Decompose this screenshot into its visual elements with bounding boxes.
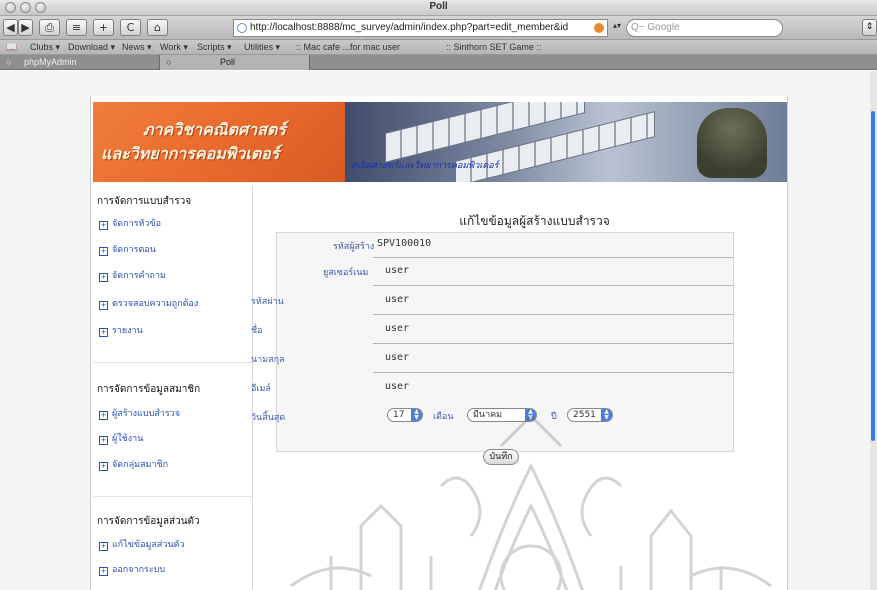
bookmark-mac-cafe[interactable]: :: Mac cafe ...for mac user — [296, 42, 400, 52]
bookmark-clubs[interactable]: Clubs ▾ — [30, 42, 60, 53]
creator-id-value: SPV100010 — [377, 238, 432, 249]
sidebar-item-member-groups[interactable]: + จัดกลุ่มสมาชิก — [99, 457, 168, 471]
field-label-first-name: ชื่อ — [251, 326, 263, 336]
tab-label: phpMyAdmin — [24, 57, 77, 67]
window-resize-edge — [870, 71, 877, 590]
plus-box-icon: + — [99, 301, 108, 310]
sidebar-divider — [93, 496, 253, 497]
globe-icon — [237, 23, 247, 33]
sidebar-divider — [93, 362, 253, 363]
bookmarks-book-icon[interactable]: 📖 — [6, 42, 17, 53]
banner-image: คณิตศาสตร์และวิทยาการคอมพิวเตอร์ — [345, 102, 787, 182]
add-bookmark-button[interactable]: + — [93, 19, 114, 36]
sidebar-item-manage-topics[interactable]: + จัดการหัวข้อ — [99, 216, 161, 230]
sidebar-toggle-button[interactable]: ⇕ — [862, 19, 877, 36]
email-field[interactable]: user — [385, 381, 409, 392]
plus-box-icon: + — [99, 567, 108, 576]
sidebar-item-users[interactable]: + ผู้ใช้งาน — [99, 431, 143, 445]
sidebar-item-reports[interactable]: + รายงาน — [99, 323, 143, 337]
admin-sidebar: การจัดการแบบสำรวจ + จัดการหัวข้อ + จัดการต… — [93, 186, 253, 590]
banner-title-line-2: และวิทยาการคอมพิวเตอร์ — [101, 144, 280, 163]
plus-box-icon: + — [99, 542, 108, 551]
forward-button[interactable]: ▶ — [18, 19, 33, 36]
close-tab-icon[interactable]: ○ — [6, 55, 11, 70]
field-label-email: อีเมล์ — [251, 384, 271, 394]
row-divider — [373, 343, 733, 344]
page-container: ภาควิชาคณิตศาสตร์ และวิทยาการคอมพิวเตอร์… — [90, 96, 788, 590]
password-field[interactable]: user — [385, 294, 409, 305]
row-divider — [373, 285, 733, 286]
sidebar-heading-survey: การจัดการแบบสำรวจ — [97, 196, 192, 207]
site-banner: ภาควิชาคณิตศาสตร์ และวิทยาการคอมพิวเตอร์… — [93, 102, 787, 182]
sidebar-item-validate[interactable]: + ตรวจสอบความถูกต้อง — [99, 296, 198, 310]
close-tab-icon[interactable]: ○ — [166, 55, 171, 70]
bookmarks-bar: 📖 Clubs ▾ Download ▾ News ▾ Work ▾ Scrip… — [0, 40, 877, 55]
sidebar-item-manage-questions[interactable]: + จัดการคำถาม — [99, 268, 166, 282]
browser-toolbar: ◀ ▶ ⎙ ≡ + C ⌂ http://localhost:8888/mc_s… — [0, 16, 877, 40]
address-bar[interactable]: http://localhost:8888/mc_survey/admin/in… — [233, 19, 608, 37]
username-field[interactable]: user — [385, 265, 409, 276]
bookmark-download[interactable]: Download ▾ — [68, 42, 115, 53]
print-button[interactable]: ⎙ — [39, 19, 60, 36]
search-dropdown-icon[interactable]: ▴▾ — [613, 21, 621, 30]
bookmark-news[interactable]: News ▾ — [122, 42, 152, 53]
tab-bar: ○ phpMyAdmin ○ Poll — [0, 55, 877, 70]
sidebar-heading-members: การจัดการข้อมูลสมาชิก — [97, 384, 201, 395]
bookmark-work[interactable]: Work ▾ — [160, 42, 188, 53]
plus-box-icon: + — [99, 328, 108, 337]
banner-title-block: ภาควิชาคณิตศาสตร์ และวิทยาการคอมพิวเตอร์ — [93, 102, 345, 182]
snapback-icon[interactable] — [594, 23, 604, 33]
bookmark-utilities[interactable]: Utilities ▾ — [244, 42, 280, 53]
last-name-field[interactable]: user — [385, 352, 409, 363]
plus-box-icon: + — [99, 247, 108, 256]
address-text: http://localhost:8888/mc_survey/admin/in… — [250, 22, 569, 33]
sidebar-item-edit-profile[interactable]: + แก้ไขข้อมูลส่วนตัว — [99, 537, 185, 551]
banner-tagline: คณิตศาสตร์และวิทยาการคอมพิวเตอร์ — [351, 161, 499, 171]
window-title: Poll — [429, 1, 448, 12]
tab-phpmyadmin[interactable]: ○ phpMyAdmin — [0, 55, 160, 70]
statue-graphic — [697, 108, 767, 178]
web-page: ภาควิชาคณิตศาสตร์ และวิทยาการคอมพิวเตอร์… — [0, 71, 877, 590]
sidebar-item-survey-creators[interactable]: + ผู้สร้างแบบสำรวจ — [99, 406, 180, 420]
page-title: แก้ไขข้อมูลผู้สร้างแบบสำรวจ — [459, 214, 610, 228]
browser-window: Poll ◀ ▶ ⎙ ≡ + C ⌂ http://localhost:8888… — [0, 0, 877, 590]
back-button[interactable]: ◀ — [3, 19, 18, 36]
bookmark-scripts[interactable]: Scripts ▾ — [197, 42, 232, 53]
title-bar: Poll — [0, 0, 877, 16]
banner-title-line-1: ภาควิชาคณิตศาสตร์ — [143, 120, 286, 139]
bookmark-sinthorn[interactable]: :: Sinthorn SET Game :: — [446, 42, 541, 52]
first-name-field[interactable]: user — [385, 323, 409, 334]
sidebar-item-manage-sections[interactable]: + จัดการตอน — [99, 242, 156, 256]
plus-box-icon: + — [99, 273, 108, 282]
scrollbar-thumb[interactable] — [871, 111, 875, 441]
plus-box-icon: + — [99, 411, 108, 420]
field-label-creator-id: รหัสผู้สร้าง — [333, 242, 375, 252]
reload-button[interactable]: C — [120, 19, 141, 36]
university-seal-watermark — [290, 413, 772, 590]
field-label-password: รหัสผ่าน — [251, 297, 284, 307]
plus-box-icon: + — [99, 462, 108, 471]
sidebar-item-logout[interactable]: + ออกจากระบบ — [99, 562, 165, 576]
plus-box-icon: + — [99, 221, 108, 230]
tab-poll[interactable]: ○ Poll — [160, 55, 310, 70]
row-divider — [373, 372, 733, 373]
row-divider — [373, 314, 733, 315]
sidebar-heading-personal: การจัดการข้อมูลส่วนตัว — [97, 516, 200, 527]
field-label-last-name: นามสกุล — [251, 355, 285, 365]
tab-label: Poll — [220, 57, 236, 67]
field-label-username: ยูสเซอร์เนม — [323, 268, 369, 278]
home-button[interactable]: ⌂ — [147, 19, 168, 36]
snapback-button[interactable]: ≡ — [66, 19, 87, 36]
search-field[interactable]: Q~ Google — [626, 19, 783, 37]
row-divider — [373, 257, 733, 258]
plus-box-icon: + — [99, 436, 108, 445]
